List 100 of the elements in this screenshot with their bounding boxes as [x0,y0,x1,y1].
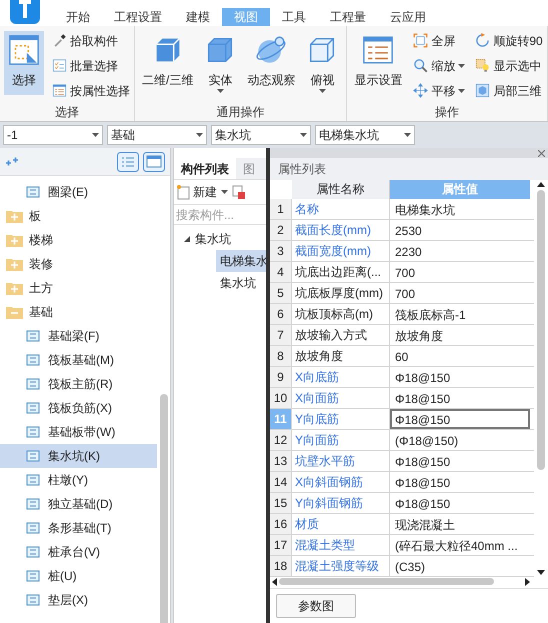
floor-select[interactable]: -1 [3,125,103,145]
delete-icon[interactable] [232,184,246,200]
group-title: 选择 [54,104,80,121]
scroll-down-icon[interactable] [537,570,545,575]
ribbon-button[interactable]: 二维/三维 [139,31,196,95]
folder-icon [6,257,23,271]
folder-item[interactable]: 板 [0,204,160,228]
ribbon-tab[interactable]: 工程设置 [102,8,174,26]
scroll-right-icon[interactable] [525,578,530,586]
scrollbar[interactable] [279,578,494,585]
ribbon-tab[interactable]: 云应用 [378,8,438,26]
property-value[interactable]: Φ18@150 [390,409,530,429]
property-value[interactable]: 2230 [390,241,530,261]
tree-item[interactable]: 桩(U) [0,564,157,588]
property-value[interactable]: Φ18@150 [390,367,530,387]
ribbon-tab[interactable]: 建模 [174,8,222,26]
scrollbar[interactable] [160,394,168,623]
ribbon-small-button[interactable]: 批量选择 [52,56,130,75]
panel-tab[interactable]: 构件列表 [174,158,236,179]
ribbon-small-button[interactable]: 局部三维 [475,81,543,100]
tree-item[interactable]: 垫层(X) [0,588,157,612]
property-value[interactable]: 60 [390,346,530,366]
ribbon-small-button[interactable]: 全屏 [413,31,466,50]
tree-item[interactable]: 筏板主筋(R) [0,372,157,396]
row-number: 13 [270,451,292,471]
property-value[interactable]: (C35) [390,556,530,576]
ribbon-tab[interactable]: 工具 [270,8,318,26]
property-value[interactable]: (Φ18@150) [390,430,530,450]
scroll-up-icon[interactable] [537,182,545,187]
caret-icon [318,89,326,93]
add-icon[interactable] [5,156,19,166]
ribbon-small-button[interactable]: 顺旋转90 [475,31,543,50]
tree-item[interactable]: 柱墩(Y) [0,468,157,492]
tree-item[interactable]: 桩承台(V) [0,540,157,564]
tree-item[interactable]: 条形基础(T) [0,516,157,540]
property-name: 名称 [292,199,390,219]
close-icon[interactable] [538,150,545,156]
ribbon-button[interactable]: 显示设置 [351,31,406,95]
ribbon-small-button[interactable]: 显示选中 [475,56,543,75]
tree-node[interactable]: 电梯集水 [216,250,266,272]
row-number: 5 [270,283,292,303]
list-icon [52,83,67,98]
expand-icon[interactable] [184,236,190,242]
tree-item[interactable]: 集水坑(K) [0,444,157,468]
property-name: 混凝土类型 [292,535,390,555]
new-file-icon [177,184,190,200]
caret-icon [404,133,411,137]
tree-item[interactable]: 基础板带(W) [0,420,157,444]
scroll-left-icon[interactable] [272,578,277,586]
new-button[interactable]: 新建 [177,183,217,201]
tree-item[interactable]: 筏板负筋(X) [0,396,157,420]
property-value[interactable]: Φ18@150 [390,451,530,471]
tree-item[interactable]: 圈梁(E) [0,180,157,204]
floor-select[interactable]: 集水坑 [211,125,311,145]
tree-node[interactable]: 集水坑 [174,228,266,250]
parameter-diagram-button[interactable]: 参数图 [276,594,356,618]
ribbon-tab[interactable]: 开始 [54,8,102,26]
select-icon [7,33,41,67]
property-value[interactable]: Φ18@150 [390,388,530,408]
window-view-icon[interactable] [143,152,165,172]
tree-item[interactable]: 独立基础(D) [0,492,157,516]
list-view-icon[interactable] [117,152,139,172]
folder-item[interactable]: 土方 [0,276,160,300]
ribbon-small-button[interactable]: 平移 [413,81,466,100]
floor-select[interactable]: 电梯集水坑 [315,125,415,145]
ribbon-tab[interactable]: 工程量 [318,8,378,26]
property-value[interactable]: (碎石最大粒径40mm ... [390,535,530,555]
property-value[interactable]: 放坡角度 [390,325,530,345]
tree-item[interactable]: 筏板基础(M) [0,348,157,372]
property-value[interactable]: 电梯集水坑 [390,199,530,219]
ribbon-button[interactable]: 实体 [200,31,240,95]
search-field[interactable]: 搜索构件... [174,205,266,225]
ribbon-button[interactable]: 选择 [4,31,44,95]
bulb-icon [475,58,490,73]
caret-icon [196,133,203,137]
ribbon-small-button[interactable]: 缩放 [413,56,466,75]
component-icon [25,520,41,536]
ribbon-small-button[interactable]: 按属性选择 [52,81,130,100]
ribbon-button[interactable]: 俯视 [302,31,342,95]
cube-icon [475,83,490,98]
caret-icon [458,64,466,68]
tree-item[interactable]: 基础梁(F) [0,324,157,348]
property-value[interactable]: 700 [390,262,530,282]
component-icon [25,592,41,608]
property-value[interactable]: 现浇混凝土 [390,514,530,534]
floor-select[interactable]: 基础 [107,125,207,145]
property-value[interactable]: 2530 [390,220,530,240]
tree-node[interactable]: 集水坑 [216,272,266,294]
property-value[interactable]: Φ18@150 [390,472,530,492]
folder-item[interactable]: 装修 [0,252,160,276]
scrollbar[interactable] [537,190,545,470]
ribbon-small-button[interactable]: 拾取构件 [52,31,130,50]
property-value[interactable]: 筏板底标高-1 [390,304,530,324]
property-value[interactable]: 700 [390,283,530,303]
folder-item[interactable]: 基础 [0,300,160,324]
fullscreen-icon [413,33,428,48]
folder-item[interactable]: 楼梯 [0,228,160,252]
property-name: 放坡角度 [292,346,390,366]
property-value[interactable]: Φ18@150 [390,493,530,513]
ribbon-button[interactable]: 动态观察 [244,31,298,95]
